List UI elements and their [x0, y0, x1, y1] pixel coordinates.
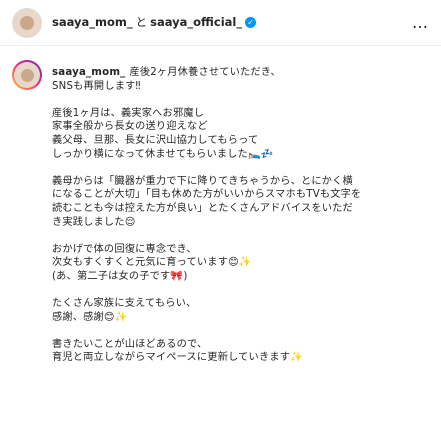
collab-conjunction: と	[135, 15, 148, 29]
caption-line: 感謝、感謝😊✨	[52, 311, 128, 323]
caption-line: たくさん家族に支えてもらい、	[52, 298, 197, 310]
avatar-image	[20, 16, 34, 30]
caption-paragraph: 産後1ヶ月は、義実家へお邪魔し 家事全般から長女の送り迎えなど 義父母、旦那、長…	[52, 107, 430, 161]
more-options-icon[interactable]: …	[412, 13, 429, 32]
caption-paragraph: たくさん家族に支えてもらい、 感謝、感謝😊✨	[52, 297, 430, 324]
caption-line: しっかり横になって休ませてもらいました🛌💤	[52, 148, 274, 160]
caption-line: 育児と両立しながらマイペースに更新していきます✨	[52, 352, 303, 364]
caption-line: 産後1ヶ月は、義実家へお邪魔し	[52, 107, 205, 119]
header-avatar[interactable]	[12, 8, 42, 38]
caption-line: 家事全般から長女の送り迎えなど	[52, 121, 208, 133]
caption-line: おかげで体の回復に専念でき、	[52, 243, 197, 255]
caption-line: (あ、第二子は女の子です🎀)	[52, 270, 188, 282]
caption-line: 義母からは「臓器が重力で下に降りてきちゃうから、とにかく横	[52, 175, 353, 187]
caption-line: になることが大切」「目も休めた方がいいからスマホもTVも文字を	[52, 189, 362, 201]
caption-paragraph: saaya_mom_ 産後2ヶ月休養させていただき、 SNSも再開します‼︎	[52, 66, 430, 93]
caption-line: 書きたいことが山ほどあるので、	[52, 338, 208, 350]
header-usernames: saaya_mom_ と saaya_official_ ✓	[52, 14, 257, 30]
caption-author-link[interactable]: saaya_mom_	[52, 67, 125, 78]
caption-line: 次女もすくすくと元気に育っています😊✨	[52, 257, 252, 269]
caption-line: SNSも再開します‼︎	[52, 80, 141, 92]
avatar-image	[20, 68, 34, 82]
caption-paragraph: 義母からは「臓器が重力で下に降りてきちゃうから、とにかく横 になることが大切」「…	[52, 175, 430, 229]
caption-paragraph: 書きたいことが山ほどあるので、 育児と両立しながらマイペースに更新していきます✨	[52, 338, 430, 365]
caption-line: き実践しました😌	[52, 216, 136, 228]
username-link-1[interactable]: saaya_mom_	[52, 15, 133, 29]
verified-badge-icon: ✓	[245, 17, 257, 28]
post-header: saaya_mom_ と saaya_official_ ✓ …	[0, 0, 441, 46]
caption-first-line: saaya_mom_ 産後2ヶ月休養させていただき、	[52, 66, 430, 80]
username-link-2[interactable]: saaya_official_	[150, 15, 242, 29]
caption-line: 義父母、旦那、長女に沢山協力してもらって	[52, 134, 259, 146]
post-caption: saaya_mom_ 産後2ヶ月休養させていただき、 SNSも再開します‼︎ 産後…	[52, 66, 430, 379]
post-author-avatar[interactable]	[12, 60, 42, 90]
caption-paragraph: おかげで体の回復に専念でき、 次女もすくすくと元気に育っています😊✨ (あ、第二…	[52, 243, 430, 284]
caption-line: 産後2ヶ月休養させていただき、	[129, 67, 281, 78]
caption-line: 読むことも今は控えた方が良い」とたくさんアドバイスをいただ	[52, 202, 353, 214]
